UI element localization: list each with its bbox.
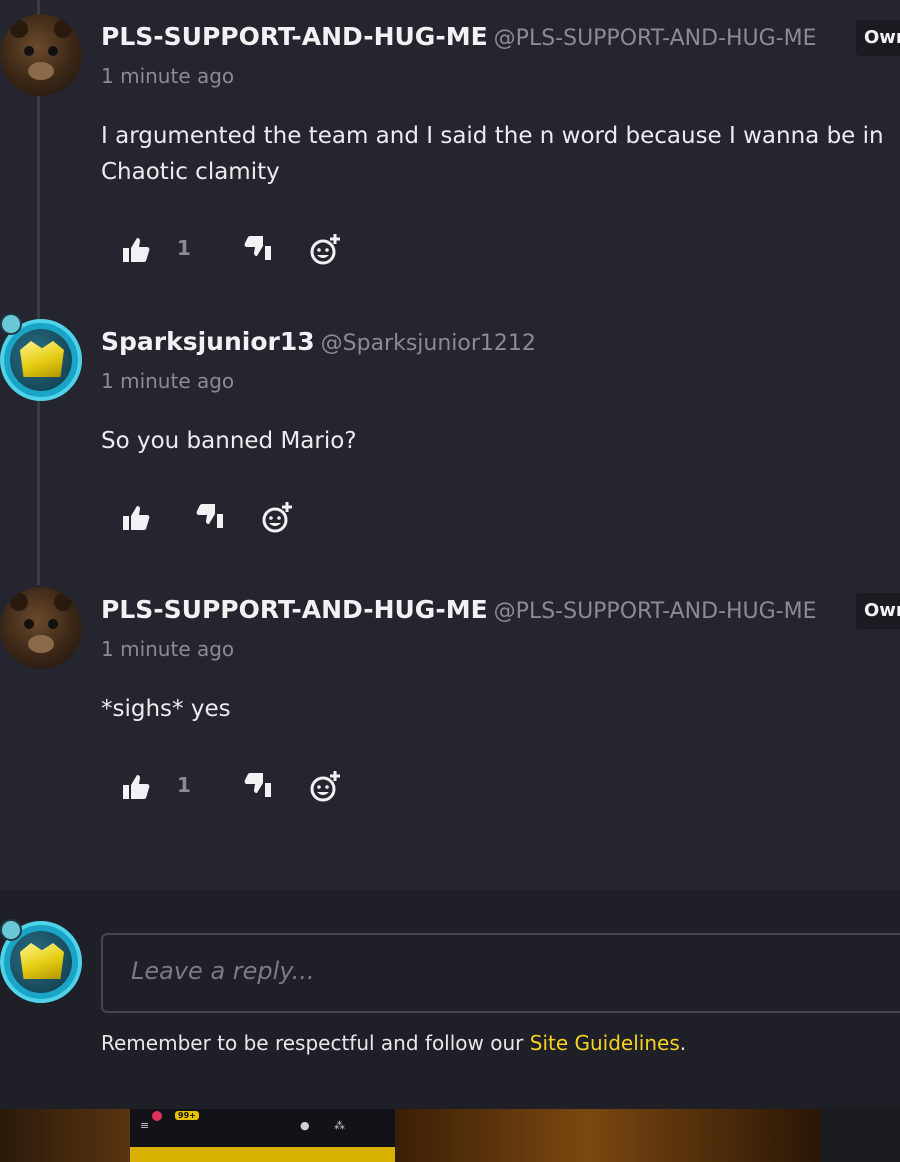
author-name[interactable]: PLS-SUPPORT-AND-HUG-ME [101,595,488,624]
comment-timestamp: 1 minute ago [101,637,235,661]
reply-input[interactable]: Leave a reply... [101,933,900,1013]
author-name[interactable]: PLS-SUPPORT-AND-HUG-ME [101,22,488,51]
comment-text: *sighs* yes [101,696,231,722]
thumbs-up-icon[interactable] [117,498,157,538]
author-row: PLS-SUPPORT-AND-HUG-ME @PLS-SUPPORT-AND-H… [101,595,816,624]
notification-count: 99+ [175,1111,199,1120]
guidelines-suffix: . [679,1031,687,1055]
like-count: 1 [177,236,191,260]
comment-timestamp: 1 minute ago [101,369,235,393]
people-icon: ⁂ [334,1119,345,1132]
thumbs-up-icon[interactable] [117,767,157,807]
thumbs-down-icon[interactable] [237,767,277,807]
reply-placeholder: Leave a reply... [131,957,315,985]
comment-actions: 1 [101,767,361,807]
background-image-strip: 99+ ≡ ● ⁂ [0,1109,900,1162]
thumbs-down-icon[interactable] [189,498,229,538]
phone-screenshot [130,1109,395,1162]
author-row: PLS-SUPPORT-AND-HUG-ME @PLS-SUPPORT-AND-H… [101,22,816,51]
author-handle[interactable]: @Sparksjunior1212 [321,331,536,356]
thumbs-up-icon[interactable] [117,230,157,270]
thumbs-down-icon[interactable] [237,230,277,270]
user-avatar[interactable] [0,587,82,669]
user-avatar[interactable] [0,14,82,96]
owner-badge: Owner [856,593,900,629]
owner-badge: Owner [856,20,900,56]
author-handle[interactable]: @PLS-SUPPORT-AND-HUG-ME [494,599,817,624]
add-reaction-icon[interactable] [305,767,345,807]
comment-text: I argumented the team and I said the n w… [101,123,884,185]
guidelines-notice: Remember to be respectful and follow our… [101,1031,686,1055]
comment-actions: 1 [101,230,361,270]
bell-icon: ● [300,1119,310,1132]
author-handle[interactable]: @PLS-SUPPORT-AND-HUG-ME [494,26,817,51]
comment-timestamp: 1 minute ago [101,64,235,88]
author-row: Sparksjunior13 @Sparksjunior1212 [101,327,536,356]
comment-text: So you banned Mario? [101,428,357,454]
author-name[interactable]: Sparksjunior13 [101,327,315,356]
guidelines-text: Remember to be respectful and follow our [101,1031,530,1055]
comment-actions [101,498,321,538]
add-reaction-icon[interactable] [305,230,345,270]
add-reaction-icon[interactable] [257,498,297,538]
profile-badge-icon [0,313,22,335]
profile-badge-icon [0,919,22,941]
notification-dot-icon [152,1111,162,1121]
site-guidelines-link[interactable]: Site Guidelines [530,1031,680,1055]
menu-icon: ≡ [140,1119,150,1132]
like-count: 1 [177,773,191,797]
reply-section: Leave a reply... Remember to be respectf… [0,889,900,1109]
